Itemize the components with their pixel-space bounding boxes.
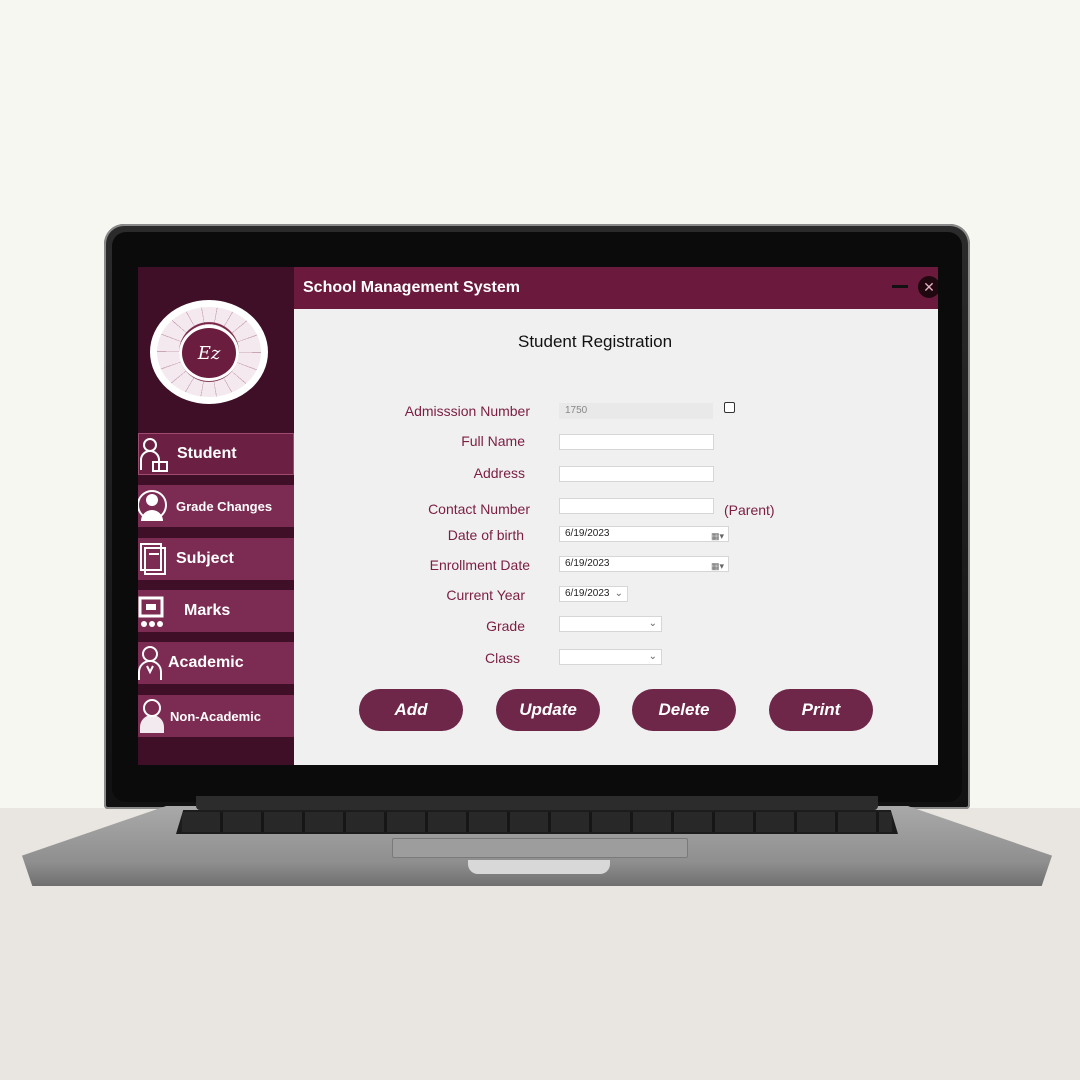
sidebar-item-label: Academic <box>168 654 244 671</box>
enrollment-date-picker[interactable]: 6/19/2023 ▦▾ <box>559 556 729 572</box>
close-button[interactable]: ✕ <box>918 276 938 298</box>
sidebar-item-student[interactable]: Student <box>138 433 294 475</box>
logo-emblem: Ez <box>179 325 239 381</box>
person-circle-icon <box>138 490 167 521</box>
sidebar-item-label: Student <box>177 445 237 462</box>
grade-label: Grade <box>486 618 525 634</box>
current-year-label: Current Year <box>446 587 525 603</box>
contact-number-label: Contact Number <box>428 501 530 517</box>
date-of-birth-value: 6/19/2023 <box>565 528 610 539</box>
school-logo: Ez <box>150 300 268 404</box>
admission-number-field[interactable]: 1750 <box>559 403 713 419</box>
add-button[interactable]: Add <box>359 689 463 731</box>
date-of-birth-label: Date of birth <box>447 527 524 543</box>
class-select[interactable]: ⌄ <box>559 649 662 665</box>
close-icon: ✕ <box>923 279 935 295</box>
minimize-button[interactable] <box>892 285 908 288</box>
laptop-keyboard <box>176 810 898 834</box>
address-field[interactable] <box>559 466 714 482</box>
sidebar-item-marks[interactable]: Marks <box>138 590 294 632</box>
laptop-hinge <box>196 796 878 810</box>
calendar-icon: ▦▾ <box>710 531 724 541</box>
class-label: Class <box>484 650 520 666</box>
teacher-icon <box>138 646 162 680</box>
student-icon <box>140 438 168 472</box>
current-year-picker[interactable]: 6/19/2023 ⌄ <box>559 586 628 602</box>
chevron-down-icon: ⌄ <box>614 588 623 599</box>
full-name-label: Full Name <box>461 433 525 449</box>
enrollment-date-label: Enrollment Date <box>429 557 530 573</box>
admission-checkbox[interactable] <box>724 402 735 413</box>
sidebar-item-label: Subject <box>176 550 234 567</box>
print-button[interactable]: Print <box>769 689 873 731</box>
chevron-down-icon: ⌄ <box>648 618 657 629</box>
grade-select[interactable]: ⌄ <box>559 616 662 632</box>
calendar-icon: ▦▾ <box>710 561 724 571</box>
app-title: School Management System <box>303 279 520 296</box>
enrollment-date-value: 6/19/2023 <box>565 558 610 569</box>
logo-text: Ez <box>197 342 221 364</box>
sidebar-item-grade-changes[interactable]: Grade Changes <box>138 485 294 527</box>
sidebar-item-label: Grade Changes <box>176 498 273 514</box>
sidebar-item-academic[interactable]: Academic <box>138 642 294 684</box>
contact-parent-note: (Parent) <box>724 502 775 518</box>
date-of-birth-picker[interactable]: 6/19/2023 ▦▾ <box>559 526 729 542</box>
app-window: Ez Student Grade Changes Subject Marks A… <box>138 267 938 765</box>
address-label: Address <box>473 465 525 481</box>
sidebar-item-label: Non-Academic <box>170 708 262 724</box>
book-icon <box>140 543 166 575</box>
sidebar: Ez Student Grade Changes Subject Marks A… <box>138 267 294 765</box>
sidebar-item-non-academic[interactable]: Non-Academic <box>138 695 294 737</box>
contact-number-field[interactable] <box>559 498 714 514</box>
update-button[interactable]: Update <box>496 689 600 731</box>
sidebar-item-label: Marks <box>184 602 231 619</box>
marks-icon <box>138 596 164 627</box>
admission-number-label: Admisssion Number <box>404 403 530 419</box>
current-year-value: 6/19/2023 <box>565 588 610 599</box>
sidebar-item-subject[interactable]: Subject <box>138 538 294 580</box>
full-name-field[interactable] <box>559 434 714 450</box>
staff-icon <box>140 699 164 733</box>
delete-button[interactable]: Delete <box>632 689 736 731</box>
laptop-lip <box>468 860 610 874</box>
title-bar: School Management System ✕ <box>294 267 938 309</box>
form-title: Student Registration <box>518 332 673 351</box>
laptop-trackpad <box>392 838 688 858</box>
chevron-down-icon: ⌄ <box>648 651 657 662</box>
